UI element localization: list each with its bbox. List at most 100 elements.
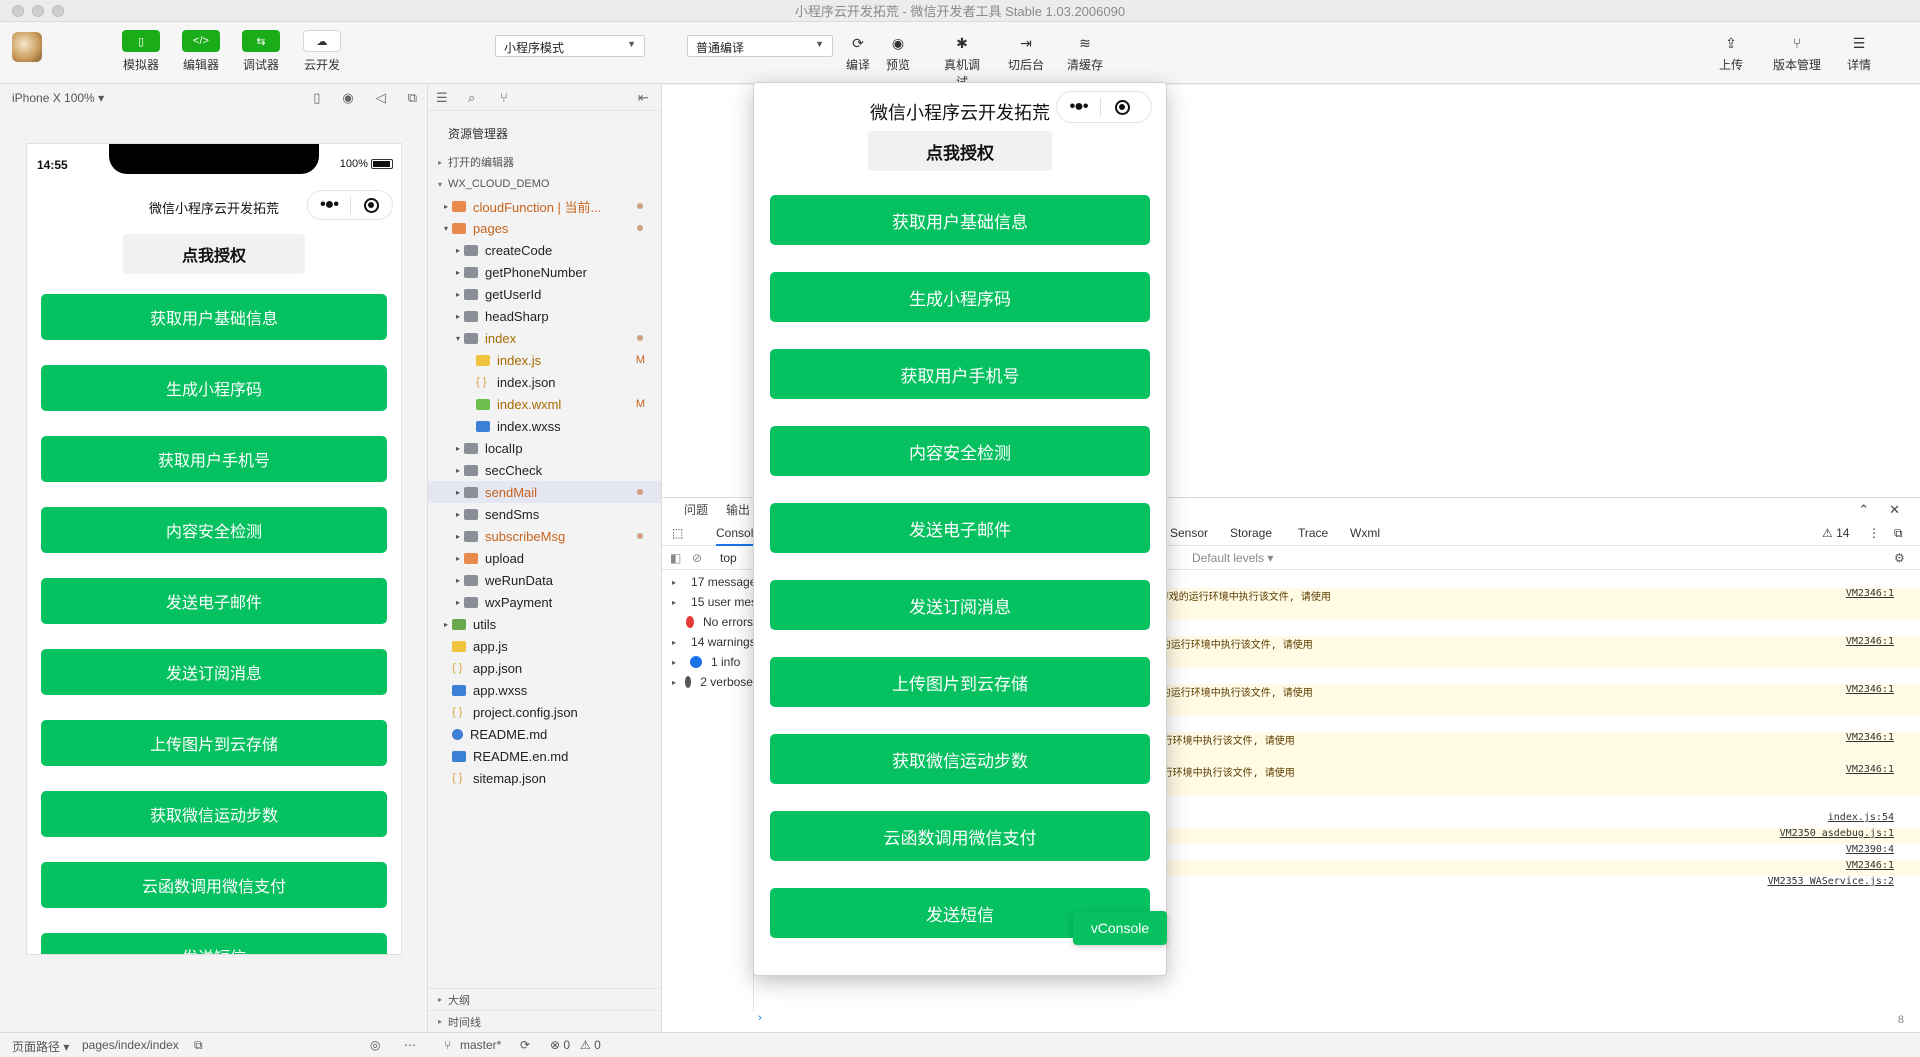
- feature-button[interactable]: 生成小程序码: [41, 365, 387, 411]
- close-icon[interactable]: [1101, 99, 1143, 115]
- inspect-icon[interactable]: ⬚: [672, 526, 683, 540]
- log-source-link[interactable]: VM2346:1: [1846, 860, 1894, 871]
- tab-problems[interactable]: 问题: [684, 501, 708, 518]
- feature-button[interactable]: 发送短信: [41, 933, 387, 954]
- collapse-icon[interactable]: ⇤: [638, 90, 649, 106]
- feature-button[interactable]: 获取微信运动步数: [770, 734, 1150, 784]
- device-select[interactable]: iPhone X 100% ▾: [12, 91, 104, 105]
- copy-icon[interactable]: ⧉: [194, 1038, 203, 1053]
- feature-button[interactable]: 上传图片到云存储: [770, 657, 1150, 707]
- search-icon[interactable]: ⌕: [468, 90, 475, 106]
- simulator-button[interactable]: ▯ 模拟器: [111, 30, 171, 73]
- upload-button[interactable]: ⇪ 上传: [1708, 32, 1754, 73]
- feature-button[interactable]: 上传图片到云存储: [41, 720, 387, 766]
- log-source-link[interactable]: VM2390:4: [1846, 844, 1894, 855]
- popout-icon[interactable]: ⧉: [408, 90, 417, 106]
- window-controls[interactable]: [12, 5, 64, 17]
- chevron-up-icon[interactable]: ⌃: [1858, 502, 1869, 518]
- close-icon[interactable]: ✕: [1889, 502, 1900, 518]
- context-select[interactable]: top: [720, 551, 737, 565]
- capsule-menu[interactable]: •●•: [307, 190, 393, 220]
- tree-item[interactable]: ▸ subscribeMsg: [428, 525, 661, 547]
- log-source-link[interactable]: VM2346:1: [1846, 732, 1894, 743]
- outline-section[interactable]: ▸ 大纲: [428, 988, 661, 1010]
- tree-item[interactable]: index.wxss: [428, 415, 661, 437]
- feature-button[interactable]: 发送电子邮件: [41, 578, 387, 624]
- tree-item[interactable]: ▸ utils: [428, 613, 661, 635]
- log-source-link[interactable]: VM2346:1: [1846, 588, 1894, 599]
- feature-button[interactable]: 云函数调用微信支付: [41, 862, 387, 908]
- error-count[interactable]: ⊗ 0: [550, 1038, 570, 1052]
- feature-button[interactable]: 发送订阅消息: [770, 580, 1150, 630]
- console-filter-item[interactable]: ▸ 14 warnings: [662, 632, 753, 652]
- tree-item[interactable]: ▸ getUserId: [428, 283, 661, 305]
- vconsole-button[interactable]: vConsole: [1073, 911, 1167, 945]
- record-icon[interactable]: ◉: [342, 90, 353, 106]
- tree-item[interactable]: ▸ secCheck: [428, 459, 661, 481]
- editor-button[interactable]: </> 编辑器: [171, 30, 231, 73]
- eye-icon[interactable]: ◎: [370, 1038, 380, 1052]
- feature-button[interactable]: 内容安全检测: [770, 426, 1150, 476]
- preview-auth-button[interactable]: 点我授权: [868, 131, 1052, 171]
- open-editors-section[interactable]: ▸ 打开的编辑器: [428, 151, 661, 173]
- tab-output[interactable]: 输出: [726, 501, 750, 518]
- feature-button[interactable]: 生成小程序码: [770, 272, 1150, 322]
- warning-count[interactable]: ⚠ 14: [1822, 526, 1849, 540]
- tree-item[interactable]: ▸ weRunData: [428, 569, 661, 591]
- background-button[interactable]: ⇥ 切后台: [1003, 32, 1049, 73]
- log-source-link[interactable]: VM2350 asdebug.js:1: [1780, 828, 1894, 839]
- close-icon[interactable]: [351, 197, 392, 213]
- console-filter-item[interactable]: ▸ 2 verbose: [662, 672, 753, 692]
- console-prompt[interactable]: ›: [758, 1012, 762, 1024]
- feature-button[interactable]: 获取用户手机号: [41, 436, 387, 482]
- tree-item[interactable]: { } sitemap.json: [428, 767, 661, 789]
- tab-storage[interactable]: Storage: [1230, 526, 1272, 540]
- tree-item[interactable]: ▸ cloudFunction | 当前...: [428, 195, 661, 217]
- auth-button[interactable]: 点我授权: [123, 234, 305, 274]
- feature-button[interactable]: 获取微信运动步数: [41, 791, 387, 837]
- log-source-link[interactable]: index.js:54: [1828, 812, 1894, 823]
- project-section[interactable]: ▾ WX_CLOUD_DEMO: [428, 173, 661, 195]
- page-path-label[interactable]: 页面路径 ▾: [12, 1038, 69, 1055]
- feature-button[interactable]: 发送订阅消息: [41, 649, 387, 695]
- feature-button[interactable]: 内容安全检测: [41, 507, 387, 553]
- volume-icon[interactable]: ◁: [376, 90, 386, 106]
- tree-item[interactable]: index.js M: [428, 349, 661, 371]
- console-filter-item[interactable]: ▸ 15 user messages: [662, 592, 753, 612]
- compile-select[interactable]: 普通编译 ▼: [687, 35, 833, 57]
- more-icon[interactable]: •●•: [1057, 98, 1100, 116]
- feature-button[interactable]: 获取用户手机号: [770, 349, 1150, 399]
- levels-select[interactable]: Default levels ▾: [1192, 551, 1273, 565]
- tab-sensor[interactable]: Sensor: [1170, 526, 1208, 540]
- feature-button[interactable]: 获取用户基础信息: [41, 294, 387, 340]
- tab-wxml[interactable]: Wxml: [1350, 526, 1380, 540]
- console-filter-item[interactable]: No errors: [662, 612, 753, 632]
- tab-trace[interactable]: Trace: [1298, 526, 1328, 540]
- more-icon[interactable]: •●•: [308, 196, 350, 214]
- tree-item[interactable]: README.md: [428, 723, 661, 745]
- log-source-link[interactable]: VM2346:1: [1846, 764, 1894, 775]
- tree-item[interactable]: app.wxss: [428, 679, 661, 701]
- tree-item[interactable]: { } project.config.json: [428, 701, 661, 723]
- clear-console-icon[interactable]: ⊘: [692, 551, 702, 565]
- tree-item[interactable]: ▸ createCode: [428, 239, 661, 261]
- debugger-button[interactable]: ⇆ 调试器: [231, 30, 291, 73]
- preview-button[interactable]: ◉ 预览: [875, 32, 921, 73]
- console-filter-item[interactable]: ▸ 1 info: [662, 652, 753, 672]
- feature-button[interactable]: 云函数调用微信支付: [770, 811, 1150, 861]
- version-button[interactable]: ⑂ 版本管理: [1772, 32, 1822, 73]
- tree-item[interactable]: ▾ index: [428, 327, 661, 349]
- list-icon[interactable]: ☰: [436, 90, 448, 106]
- tree-item[interactable]: ▾ pages: [428, 217, 661, 239]
- tree-item[interactable]: ▸ getPhoneNumber: [428, 261, 661, 283]
- phone-icon[interactable]: ▯: [313, 90, 320, 106]
- tree-item[interactable]: README.en.md: [428, 745, 661, 767]
- console-filter-item[interactable]: ▸ 17 messages: [662, 572, 753, 592]
- log-source-link[interactable]: VM2346:1: [1846, 636, 1894, 647]
- feature-button[interactable]: 获取用户基础信息: [770, 195, 1150, 245]
- tree-item[interactable]: { } index.json: [428, 371, 661, 393]
- tree-item[interactable]: index.wxml M: [428, 393, 661, 415]
- tree-item[interactable]: ▸ sendMail: [428, 481, 661, 503]
- tree-item[interactable]: { } app.json: [428, 657, 661, 679]
- details-button[interactable]: ☰ 详情: [1836, 32, 1882, 73]
